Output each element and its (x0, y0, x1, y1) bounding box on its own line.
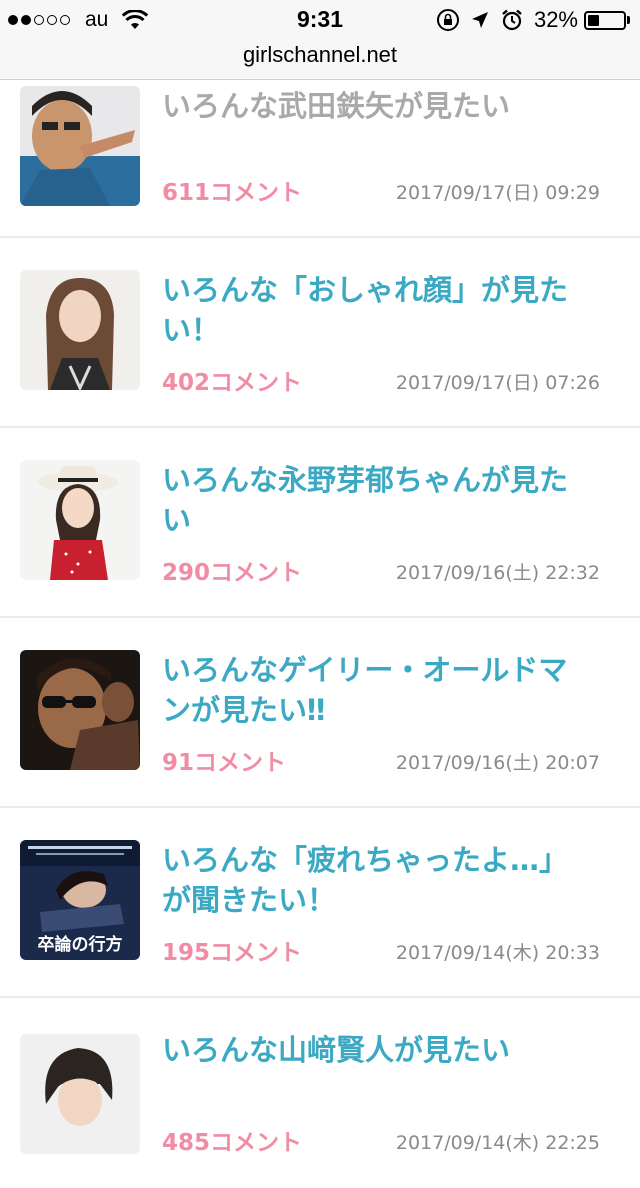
status-icons: 32% (436, 7, 630, 33)
thumbnail-image (20, 460, 140, 580)
topic-item[interactable]: いろんな「おしゃれ顔」が見たい！ 402コメント 2017/09/17(日) 0… (0, 238, 640, 428)
topic-date: 2017/09/14(木) 20:33 (395, 942, 600, 964)
thumbnail-caption: 卒論の行方 (37, 935, 123, 955)
location-arrow-icon (471, 12, 488, 28)
url-text: girlschannel.net (242, 42, 398, 67)
thumbnail-image (20, 1034, 140, 1154)
topic-date: 2017/09/16(土) 22:32 (395, 562, 600, 584)
topic-list: いろんな武田鉄矢が見たい 611コメント 2017/09/17(日) 09:29… (0, 80, 640, 1188)
topic-title[interactable]: いろんな「おしゃれ顔」が見たい！ (162, 270, 592, 350)
topic-title[interactable]: いろんな永野芽郁ちゃんが見たい (162, 460, 592, 540)
comment-count: 485コメント (162, 1130, 303, 1156)
orientation-lock-icon (436, 9, 459, 31)
comment-count: 91コメント (162, 750, 287, 776)
thumbnail-image (20, 86, 140, 206)
topic-item[interactable]: いろんなゲイリー・オールドマンが見たい‼ 91コメント 2017/09/16(土… (0, 618, 640, 808)
url-bar[interactable]: girlschannel.net (0, 40, 640, 80)
topic-date: 2017/09/17(日) 09:29 (395, 182, 600, 204)
topic-date: 2017/09/16(土) 20:07 (395, 752, 600, 774)
topic-date: 2017/09/17(日) 07:26 (395, 372, 600, 394)
topic-item[interactable]: いろんな武田鉄矢が見たい 611コメント 2017/09/17(日) 09:29 (0, 80, 640, 238)
comment-count: 290コメント (162, 560, 303, 586)
comment-count: 195コメント (162, 940, 303, 966)
topic-title[interactable]: いろんなゲイリー・オールドマンが見たい‼ (162, 650, 592, 730)
topic-title[interactable]: いろんな山﨑賢人が見たい (162, 1030, 592, 1070)
topic-date: 2017/09/14(木) 22:25 (395, 1132, 600, 1154)
topic-item[interactable]: いろんな永野芽郁ちゃんが見たい 290コメント 2017/09/16(土) 22… (0, 428, 640, 618)
battery-icon (584, 10, 626, 30)
topic-title[interactable]: いろんな「疲れちゃったよ…」が聞きたい！ (162, 840, 592, 920)
thumbnail-image (20, 650, 140, 770)
topic-item[interactable]: いろんな山﨑賢人が見たい 485コメント 2017/09/14(木) 22:25 (0, 998, 640, 1188)
comment-count: 611コメント (162, 180, 303, 206)
alarm-icon (502, 9, 522, 31)
topic-item[interactable]: 卒論の行方 いろんな「疲れちゃったよ…」が聞きたい！ 195コメント 2017/… (0, 808, 640, 998)
comment-count: 402コメント (162, 370, 303, 396)
topic-title[interactable]: いろんな武田鉄矢が見たい (162, 86, 592, 126)
thumbnail-image (20, 270, 140, 390)
status-bar: au 9:31 32% (0, 0, 640, 40)
thumbnail-image: 卒論の行方 (20, 840, 140, 960)
battery-percent: 32% (533, 7, 578, 32)
